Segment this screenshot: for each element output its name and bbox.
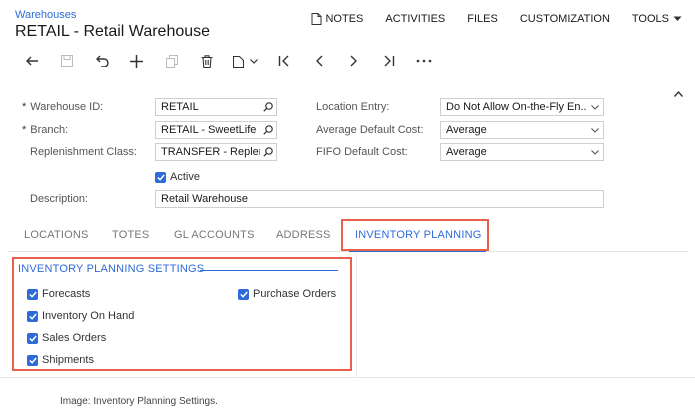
tab-totes[interactable]: TOTES	[112, 218, 149, 252]
customization-label: CUSTOMIZATION	[519, 13, 610, 25]
active-checkbox[interactable]: Active	[155, 171, 200, 183]
tab-address[interactable]: ADDRESS	[276, 218, 331, 252]
top-menu: NOTES ACTIVITIES FILES CUSTOMIZATION TOO…	[289, 13, 685, 25]
copy-button[interactable]	[154, 50, 189, 72]
next-record-button[interactable]	[336, 50, 371, 72]
average-default-cost-label: Average Default Cost:	[316, 124, 424, 136]
description-label: Description:	[30, 193, 89, 205]
save-icon	[60, 55, 73, 67]
previous-record-icon	[315, 55, 322, 67]
back-button[interactable]	[14, 50, 49, 72]
activities-button[interactable]: ACTIVITIES	[385, 13, 445, 25]
previous-record-button[interactable]	[301, 50, 336, 72]
toolbar	[14, 50, 441, 72]
image-caption: Image: Inventory Planning Settings.	[60, 396, 218, 407]
description-value: Retail Warehouse	[161, 193, 249, 205]
delete-button[interactable]	[189, 50, 224, 72]
search-icon	[263, 125, 273, 135]
notes-button[interactable]: NOTES	[311, 13, 363, 25]
caret-down-icon	[673, 16, 682, 21]
tab-gl-accounts[interactable]: GL ACCOUNTS	[174, 218, 255, 252]
chevron-down-icon	[591, 149, 599, 155]
collapse-icon[interactable]	[674, 91, 683, 97]
search-icon	[263, 102, 273, 112]
warehouse-id-value: RETAIL	[161, 101, 199, 113]
page-title: RETAIL - Retail Warehouse	[15, 23, 211, 40]
undo-icon	[95, 55, 109, 67]
tab-highlight-box	[341, 219, 489, 251]
column-divider	[356, 253, 357, 378]
replenishment-class-field[interactable]: TRANSFER - Repler	[155, 143, 277, 161]
replenishment-class-value: TRANSFER - Repler	[161, 146, 260, 158]
customization-button[interactable]: CUSTOMIZATION	[520, 13, 610, 25]
settings-highlight-box	[12, 257, 352, 371]
tools-button[interactable]: TOOLS	[632, 13, 685, 25]
add-icon	[130, 54, 143, 68]
files-button[interactable]: FILES	[467, 13, 498, 25]
clipboard-button[interactable]	[224, 50, 266, 72]
last-record-icon	[384, 55, 394, 67]
clipboard-icon	[232, 55, 244, 68]
warehouse-id-field[interactable]: RETAIL	[155, 98, 277, 116]
add-button[interactable]	[119, 50, 154, 72]
chevron-down-icon	[591, 127, 599, 133]
search-icon	[263, 147, 273, 157]
more-button[interactable]	[406, 50, 441, 72]
average-default-cost-select[interactable]: Average	[440, 121, 604, 139]
save-button[interactable]	[49, 50, 84, 72]
active-label: Active	[170, 171, 200, 183]
last-record-button[interactable]	[371, 50, 406, 72]
note-icon	[311, 13, 322, 25]
next-record-icon	[350, 55, 357, 67]
tab-locations[interactable]: LOCATIONS	[24, 218, 89, 252]
branch-label: * Branch:	[22, 124, 69, 136]
location-entry-label: Location Entry:	[316, 101, 390, 113]
back-icon	[25, 56, 38, 66]
branch-field[interactable]: RETAIL - SweetLife S	[155, 121, 277, 139]
location-entry-value: Do Not Allow On-the-Fly En...	[446, 101, 587, 113]
notes-label: NOTES	[325, 13, 364, 25]
fifo-default-cost-label: FIFO Default Cost:	[316, 146, 408, 158]
files-label: FILES	[467, 13, 498, 25]
location-entry-select[interactable]: Do Not Allow On-the-Fly En...	[440, 98, 604, 116]
warehouses-screen: Warehouses RETAIL - Retail Warehouse NOT…	[0, 0, 695, 378]
fifo-default-cost-value: Average	[446, 146, 487, 158]
activities-label: ACTIVITIES	[385, 13, 446, 25]
delete-icon	[201, 54, 212, 68]
chevron-down-icon	[591, 104, 599, 110]
copy-icon	[165, 54, 178, 68]
description-field[interactable]: Retail Warehouse	[155, 190, 604, 208]
fifo-default-cost-select[interactable]: Average	[440, 143, 604, 161]
replenishment-class-label: Replenishment Class:	[30, 146, 137, 158]
first-record-button[interactable]	[266, 50, 301, 72]
breadcrumb[interactable]: Warehouses	[15, 9, 76, 21]
average-default-cost-value: Average	[446, 124, 487, 136]
first-record-icon	[278, 55, 288, 67]
warehouse-id-label: * Warehouse ID:	[22, 101, 104, 113]
chevron-down-icon	[249, 58, 258, 64]
undo-button[interactable]	[84, 50, 119, 72]
branch-value: RETAIL - SweetLife S	[161, 124, 260, 136]
more-icon	[416, 59, 431, 63]
check-icon	[156, 174, 165, 181]
tools-label: TOOLS	[631, 13, 669, 25]
